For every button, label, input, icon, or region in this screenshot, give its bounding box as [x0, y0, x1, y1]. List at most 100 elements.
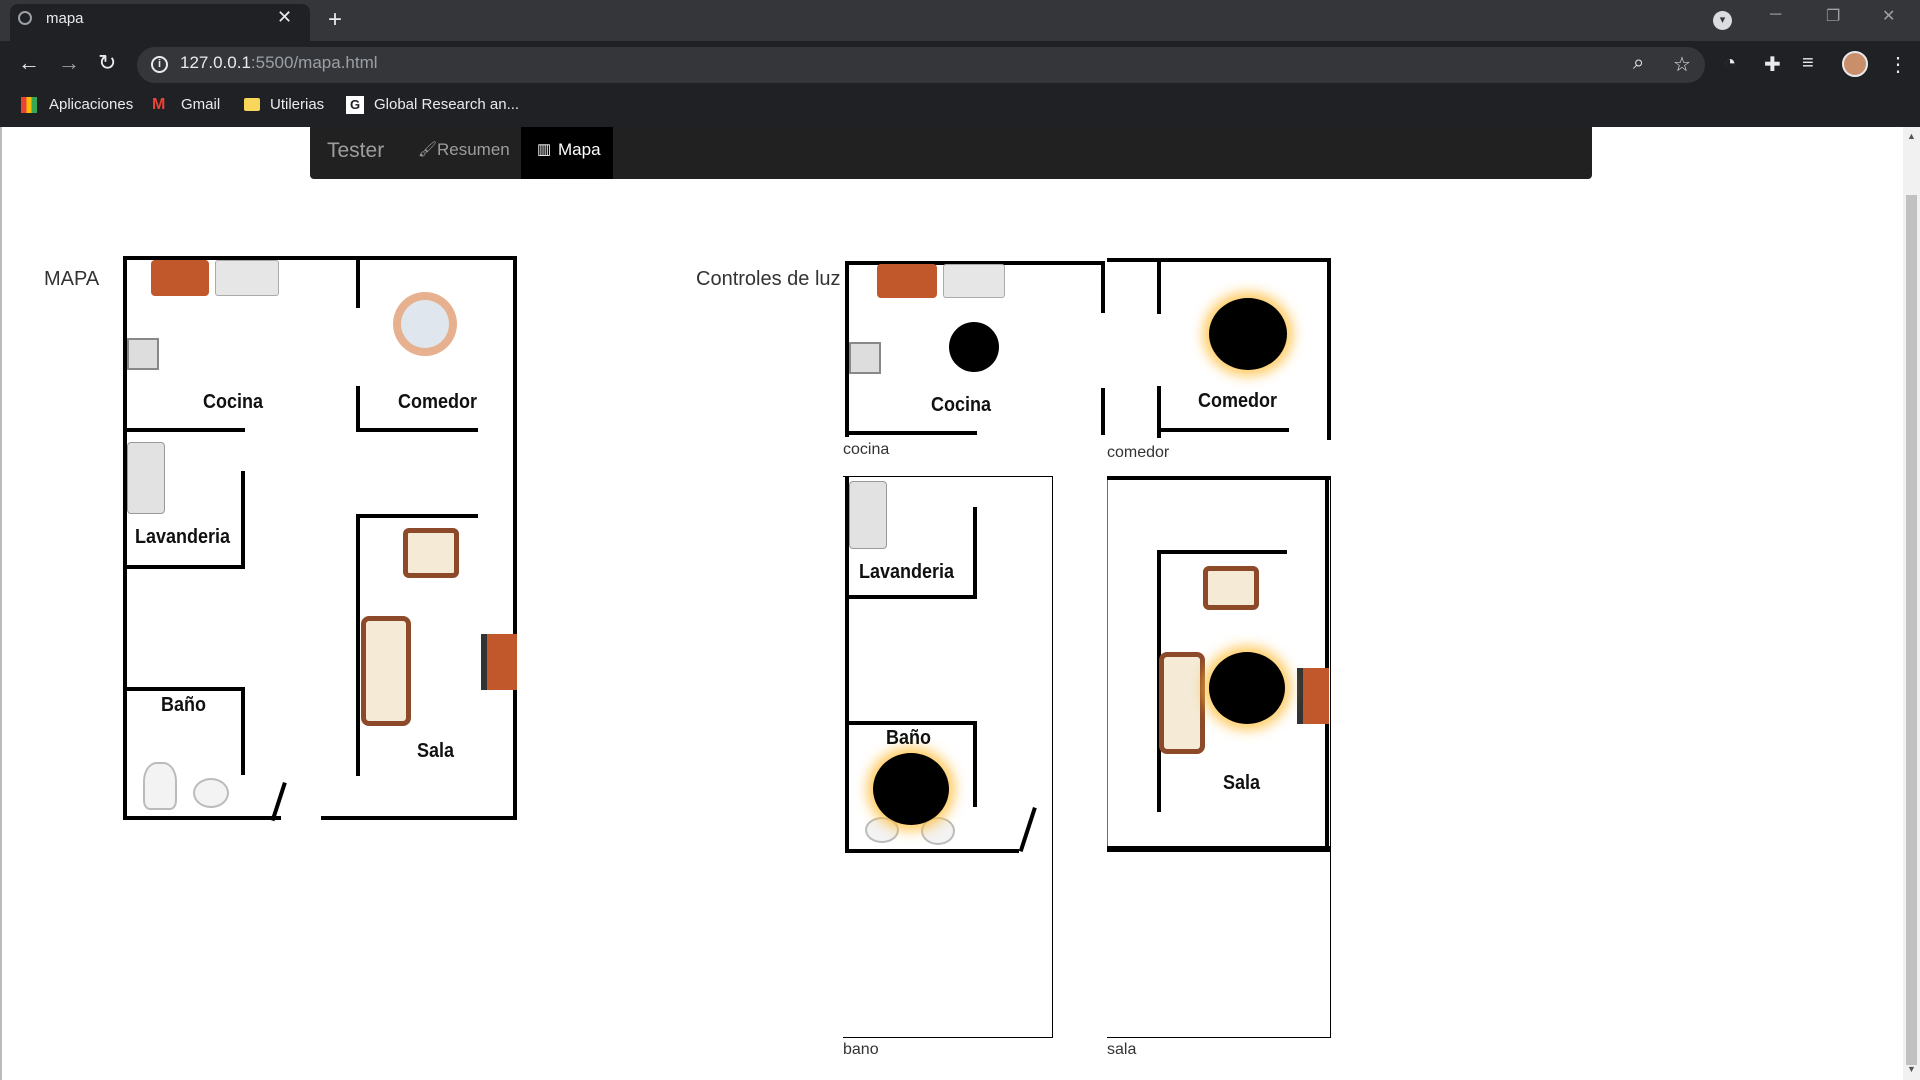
stove-icon	[127, 338, 159, 370]
wall	[973, 507, 977, 599]
zoom-icon[interactable]: ⌕	[1633, 52, 1644, 75]
light-panel-sala[interactable]: Sala	[1107, 476, 1331, 1038]
site-info-icon[interactable]: i	[151, 56, 168, 73]
bookmark-global-research[interactable]: Global Research an...	[374, 96, 519, 113]
panel-caption-comedor: comedor	[1107, 444, 1170, 461]
light-panel-cocina[interactable]: Cocina	[843, 258, 1105, 437]
wall	[845, 849, 1019, 853]
panel-room-label: Cocina	[931, 394, 992, 416]
light-bulb-on-comedor[interactable]	[1209, 298, 1287, 370]
tab-close-icon[interactable]: ✕	[277, 7, 292, 28]
back-arrow-icon[interactable]: ←	[18, 50, 40, 76]
wall	[123, 565, 245, 569]
media-icon[interactable]: ≡	[1802, 52, 1814, 75]
controls-title: Controles de luz	[696, 268, 841, 290]
sink-icon	[943, 264, 1005, 298]
tv-icon	[481, 634, 517, 690]
wall	[1325, 476, 1329, 852]
wall	[356, 428, 478, 432]
map-icon: ▥	[537, 141, 552, 158]
map-title: MAPA	[44, 268, 100, 290]
wall	[356, 514, 478, 518]
light-panel-bano[interactable]: Lavanderia Baño	[843, 476, 1053, 1038]
wall	[1101, 388, 1105, 435]
wall	[356, 256, 360, 308]
wall	[1107, 476, 1331, 480]
extension-icon[interactable]: ◔	[1724, 52, 1736, 75]
url-text[interactable]: 127.0.0.1:5500/mapa.html	[180, 53, 378, 73]
sofa-icon	[1159, 652, 1205, 754]
menu-icon[interactable]: ⋮	[1888, 52, 1908, 77]
panel-room-label: Lavanderia	[859, 561, 955, 583]
light-panel-comedor[interactable]: Comedor	[1107, 256, 1331, 440]
bookmark-apps[interactable]: Aplicaciones	[49, 96, 133, 113]
panel-room-label: Sala	[1223, 772, 1261, 794]
forward-arrow-icon[interactable]: →	[58, 50, 80, 76]
sink-icon	[215, 260, 279, 296]
room-label-bano: Baño	[161, 694, 206, 716]
bookmark-gmail[interactable]: Gmail	[181, 96, 220, 113]
toilet-icon	[143, 762, 177, 810]
nav-link-mapa[interactable]: Mapa	[558, 140, 601, 160]
puzzle-icon[interactable]: ✚	[1764, 52, 1781, 77]
wall	[1101, 261, 1105, 313]
room-label-sala: Sala	[417, 740, 455, 762]
wall	[1157, 428, 1289, 432]
panel-caption-sala: sala	[1107, 1041, 1137, 1058]
wall	[123, 428, 245, 432]
minimize-button[interactable]: ─	[1770, 6, 1781, 24]
wall	[845, 431, 977, 435]
armchair-icon	[403, 528, 459, 578]
door-wall	[1018, 807, 1037, 852]
wall	[845, 721, 977, 725]
folder-icon	[244, 98, 260, 111]
sofa-icon	[361, 616, 411, 726]
wall	[973, 721, 977, 807]
room-label-lavanderia: Lavanderia	[135, 526, 231, 548]
wall	[1157, 550, 1287, 554]
dining-table-icon	[401, 300, 449, 348]
bathroom-sink-icon	[193, 778, 229, 808]
stove-counter-icon	[151, 260, 209, 296]
wall	[1327, 258, 1331, 440]
close-window-button[interactable]: ✕	[1882, 6, 1895, 26]
restore-button[interactable]: ❐	[1826, 6, 1840, 26]
light-bulb-off-cocina[interactable]	[949, 322, 999, 372]
brush-icon: 🖌	[418, 141, 438, 158]
wall	[356, 386, 360, 432]
nav-link-resumen[interactable]: Resumen	[437, 140, 510, 160]
tv-icon	[1297, 668, 1329, 724]
wall	[241, 687, 245, 775]
scroll-down-icon[interactable]: ▼	[1907, 1064, 1916, 1074]
bookmark-star-icon[interactable]: ☆	[1673, 52, 1691, 77]
wall	[1107, 258, 1331, 262]
room-label-comedor: Comedor	[398, 391, 478, 413]
new-tab-button[interactable]: +	[328, 6, 342, 34]
gmail-icon: M	[152, 96, 166, 113]
scroll-up-icon[interactable]: ▲	[1907, 131, 1916, 141]
wall	[356, 514, 360, 776]
reload-icon[interactable]: ↻	[98, 50, 116, 76]
washer-icon	[849, 481, 887, 549]
light-bulb-on-sala[interactable]	[1209, 652, 1285, 724]
globe-icon	[18, 11, 32, 25]
floor-plan: Cocina Comedor Lavanderia Baño Sala	[123, 256, 519, 822]
wall	[513, 256, 517, 820]
armchair-icon	[1203, 566, 1259, 610]
navbar-brand[interactable]: Tester	[327, 139, 384, 163]
page-left-edge	[0, 127, 2, 1080]
wall	[321, 816, 517, 820]
global-research-icon: G	[346, 96, 364, 114]
wall	[123, 816, 281, 820]
panel-room-label: Baño	[886, 727, 931, 749]
bookmark-utilerias[interactable]: Utilerias	[270, 96, 324, 113]
wall	[241, 471, 245, 569]
washer-icon	[127, 442, 165, 514]
apps-grid-icon	[21, 97, 37, 113]
wall	[845, 595, 977, 599]
wall	[1157, 258, 1161, 314]
light-bulb-on-bano[interactable]	[873, 753, 949, 825]
scrollbar-thumb[interactable]	[1906, 195, 1917, 1065]
avatar[interactable]	[1842, 51, 1868, 77]
tab-search-icon[interactable]: ▾	[1713, 11, 1732, 30]
